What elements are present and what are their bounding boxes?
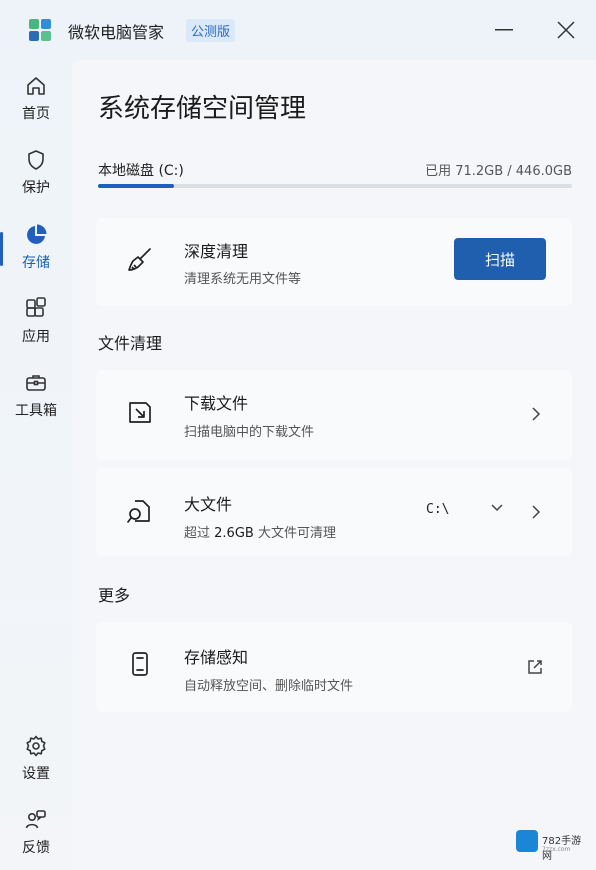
sidebar-item-label: 工具箱: [15, 402, 57, 419]
sidebar-item-label: 应用: [22, 328, 50, 345]
minimize-icon: [495, 29, 513, 31]
broom-icon: [128, 248, 151, 271]
chevron-right-icon[interactable]: [530, 406, 542, 422]
pie-chart-icon: [27, 224, 47, 244]
minimize-button[interactable]: [484, 14, 524, 46]
sidebar-item-settings[interactable]: 设置: [0, 728, 72, 788]
downloads-title: 下载文件: [184, 394, 249, 413]
app-title: 微软电脑管家: [68, 23, 165, 42]
sidebar-item-label: 首页: [22, 105, 50, 122]
sidebar-item-apps[interactable]: 应用: [0, 291, 72, 351]
drive-select-value: C:\: [426, 502, 450, 517]
storage-sense-subtitle: 自动释放空间、删除临时文件: [184, 679, 354, 694]
downloads-card[interactable]: 下载文件 扫描电脑中的下载文件: [96, 370, 572, 460]
sidebar-item-storage[interactable]: 存储: [0, 217, 72, 277]
phone-device-icon: [132, 652, 148, 676]
apps-icon: [26, 296, 46, 317]
downloads-folder-icon: [129, 402, 151, 423]
disk-usage-fill: [98, 184, 174, 188]
disk-usage: 已用 71.2GB / 446.0GB: [425, 164, 572, 179]
large-files-title: 大文件: [184, 495, 233, 514]
deep-clean-title: 深度清理: [184, 242, 249, 261]
sidebar-item-protect[interactable]: 保护: [0, 142, 72, 202]
deep-clean-subtitle: 清理系统无用文件等: [184, 272, 302, 287]
shield-icon: [28, 149, 44, 170]
storage-sense-card[interactable]: 存储感知 自动释放空间、删除临时文件: [96, 622, 572, 712]
gear-icon: [26, 735, 46, 756]
sidebar-item-toolbox[interactable]: 工具箱: [0, 365, 72, 425]
disk-usage-bar: [98, 184, 572, 188]
beta-badge: 公测版: [186, 19, 236, 42]
watermark-logo: 782手游网 7zzx.com: [516, 826, 586, 862]
feedback-icon: [25, 809, 46, 828]
file-clean-heading: 文件清理: [98, 334, 163, 353]
scan-button[interactable]: 扫描: [454, 238, 546, 280]
large-files-subtitle: 超过 2.6GB 大文件可清理: [184, 522, 336, 541]
sidebar-item-label: 反馈: [22, 839, 50, 856]
large-file-search-icon: [127, 500, 150, 523]
title-bar: 微软电脑管家 公测版: [0, 0, 596, 60]
deep-clean-card: 深度清理 清理系统无用文件等 扫描: [96, 218, 572, 306]
close-button[interactable]: [546, 14, 586, 46]
large-files-size: 2.6GB: [214, 526, 254, 541]
watermark-icon: [516, 830, 538, 852]
sidebar-item-label: 设置: [22, 765, 50, 782]
storage-sense-title: 存储感知: [184, 648, 249, 667]
sidebar-item-feedback[interactable]: 反馈: [0, 802, 72, 862]
more-heading: 更多: [98, 586, 131, 605]
sidebar: 首页 保护 存储 应用 工具箱 设置 反馈: [0, 60, 72, 870]
large-files-card[interactable]: 大文件 超过 2.6GB 大文件可清理 C:\: [96, 468, 572, 556]
sidebar-item-label: 保护: [22, 179, 50, 196]
chevron-right-icon[interactable]: [530, 504, 542, 520]
external-link-icon[interactable]: [526, 658, 544, 676]
sidebar-item-label: 存储: [22, 254, 50, 271]
disk-label: 本地磁盘 (C:): [98, 163, 184, 179]
main-content: 系统存储空间管理 本地磁盘 (C:) 已用 71.2GB / 446.0GB 深…: [72, 60, 596, 870]
large-files-suffix: 大文件可清理: [257, 526, 336, 541]
downloads-subtitle: 扫描电脑中的下载文件: [184, 425, 315, 440]
home-icon: [27, 76, 45, 95]
page-title: 系统存储空间管理: [98, 94, 307, 124]
watermark-sub: 7zzx.com: [542, 846, 571, 853]
close-icon: [557, 21, 575, 39]
sidebar-item-home[interactable]: 首页: [0, 68, 72, 128]
large-files-prefix: 超过: [184, 526, 211, 541]
chevron-down-icon: [491, 504, 503, 512]
app-logo-icon: [29, 19, 51, 41]
toolbox-icon: [26, 374, 46, 391]
drive-select[interactable]: C:\: [426, 498, 516, 524]
